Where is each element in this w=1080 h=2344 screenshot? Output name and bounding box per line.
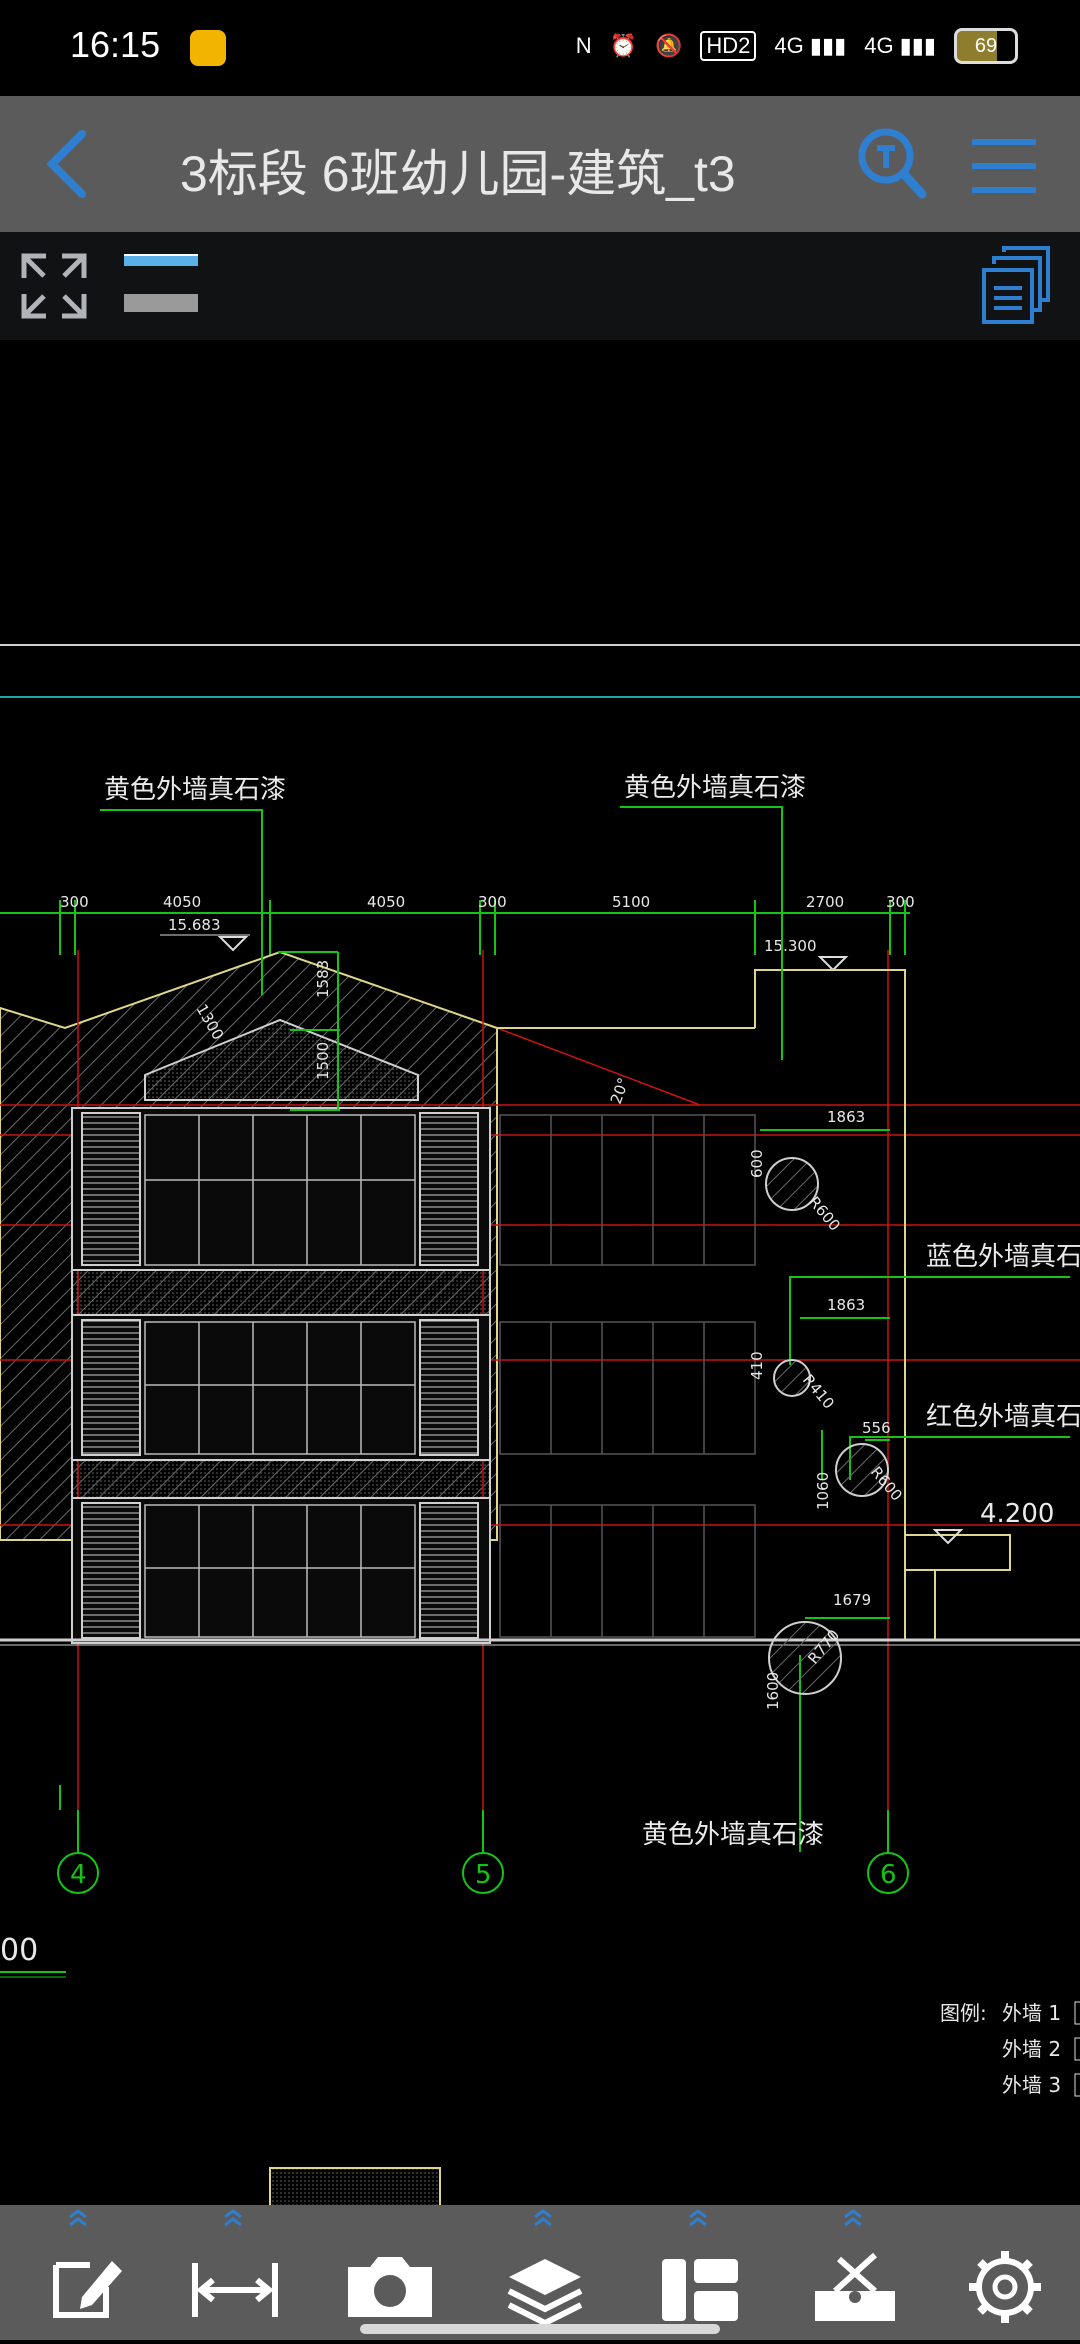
back-icon[interactable] [34,124,104,204]
dim-556: 556 [862,1419,891,1437]
mute-icon: 🔕 [654,33,683,58]
app-header: 3标段 6班幼儿园-建筑_t3 [0,96,1080,232]
note-yellow-left: 黄色外墙真石漆 [104,775,286,805]
status-bar: 16:15 N ⏰ 🔕 HD2 4G ▮▮▮ 4G ▮▮▮ 69 [0,0,1080,96]
network-2: 4G ▮▮▮ [864,33,936,58]
home-indicator[interactable] [360,2324,720,2334]
dim-600: 600 [748,1149,766,1178]
cad-drawing-canvas[interactable]: 300 4050 4050 300 5100 2700 300 15.683 1… [0,340,1080,2210]
status-time: 16:15 [70,24,161,65]
dim-1863-b: 1863 [827,1296,865,1314]
menu-icon[interactable] [964,126,1044,206]
dim-2700: 2700 [806,893,844,911]
status-icons: N ⏰ 🔕 HD2 4G ▮▮▮ 4G ▮▮▮ 69 [576,28,1018,64]
camera-button[interactable] [330,2205,450,2340]
elevation-15300: 15.300 [764,937,817,955]
partial-label: 00 [0,1933,38,1968]
app-notification-icon [190,30,226,66]
nfc-icon: N [575,33,592,58]
dim-5100: 5100 [612,893,650,911]
dim-1863-a: 1863 [827,1108,865,1126]
measure-button[interactable] [175,2205,295,2340]
dim-300-b: 300 [478,893,507,911]
dim-1679: 1679 [833,1591,871,1609]
dim-1600: 1600 [764,1672,782,1710]
legend-item-3: 外墙 3 [1002,2073,1061,2097]
legend-item-2: 外墙 2 [1002,2037,1061,2061]
fullscreen-icon[interactable] [18,250,90,322]
battery-icon: 69 [954,28,1018,64]
axis-label-6: 6 [880,1860,897,1890]
elevation-15683: 15.683 [168,916,221,934]
dim-1500: 1500 [314,1042,332,1080]
drawing-toolbar [0,232,1080,340]
note-red: 红色外墙真石漆 [926,1402,1080,1432]
axis-label-4: 4 [70,1860,87,1890]
legend-item-1: 外墙 1 [1002,2001,1061,2025]
dim-4050-b: 4050 [367,893,405,911]
dim-4050-a: 4050 [163,893,201,911]
bottom-toolbar [0,2205,1080,2340]
text-search-icon[interactable] [852,124,932,204]
tools-button[interactable] [795,2205,915,2340]
dim-20deg: 20° [607,1075,633,1106]
axis-label-5: 5 [475,1860,492,1890]
layout-button[interactable] [640,2205,760,2340]
layers-button[interactable] [485,2205,605,2340]
settings-button[interactable] [945,2205,1065,2340]
note-blue: 蓝色外墙真石漆 [926,1242,1080,1272]
dim-r600-a: R600 [805,1193,844,1234]
network-1: 4G ▮▮▮ [774,33,847,58]
note-yellow-right: 黄色外墙真石漆 [624,773,806,803]
hd-icon: HD2 [700,31,757,61]
dim-1060: 1060 [814,1472,832,1510]
legend-label: 图例: [940,2001,987,2025]
note-yellow-bottom: 黄色外墙真石漆 [642,1820,824,1850]
elevation-4200: 4.200 [980,1499,1054,1529]
edit-button[interactable] [20,2205,140,2340]
layers-doc-icon[interactable] [978,244,1054,328]
line-style-indicator[interactable] [124,254,198,318]
dim-300-a: 300 [60,893,89,911]
alarm-icon: ⏰ [609,33,637,58]
dim-1583: 1583 [314,960,332,998]
document-title: 3标段 6班幼儿园-建筑_t3 [180,146,736,202]
dim-300-c: 300 [886,893,915,911]
dim-410: 410 [748,1351,766,1380]
